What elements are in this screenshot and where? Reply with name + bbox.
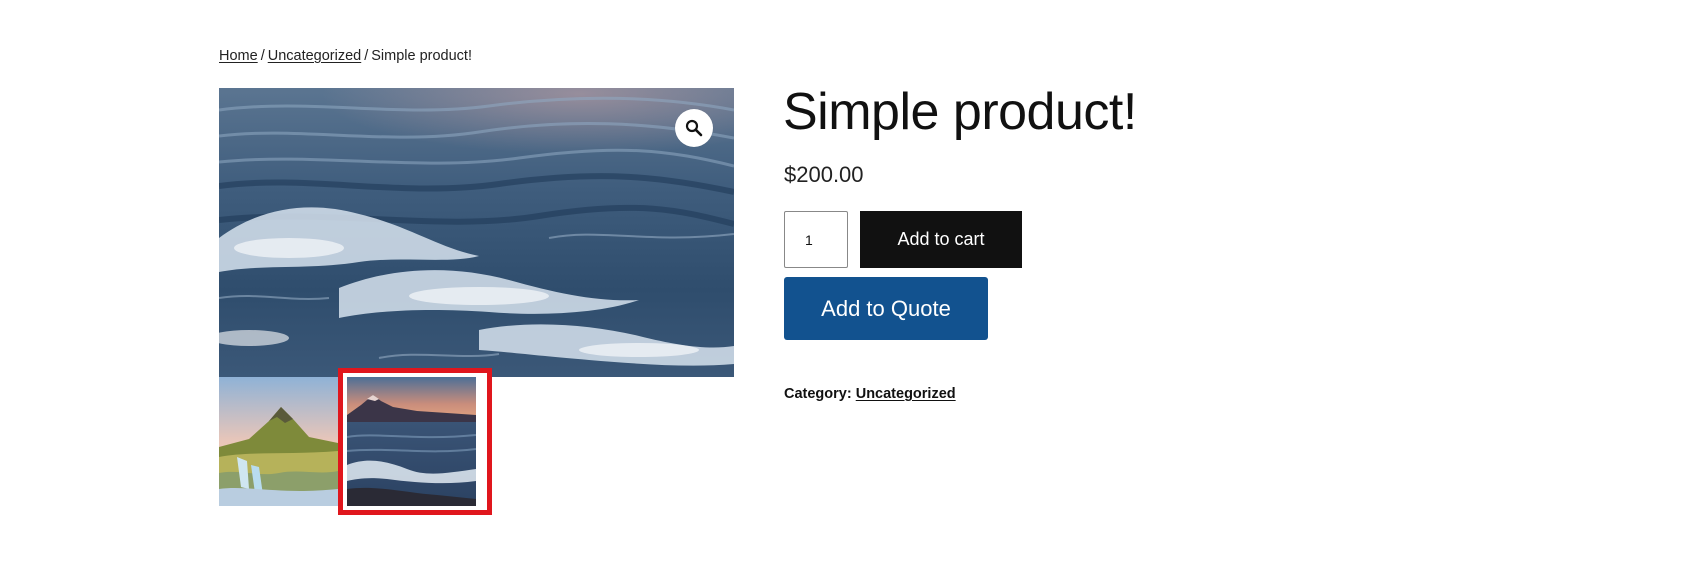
gallery-thumbnail[interactable] — [219, 377, 338, 506]
add-to-quote-button[interactable]: Add to Quote — [784, 277, 988, 340]
breadcrumb: Home / Uncategorized / Simple product! — [219, 48, 472, 64]
ocean-sunset-image — [347, 377, 476, 506]
breadcrumb-category-link[interactable]: Uncategorized — [268, 48, 362, 64]
breadcrumb-current: Simple product! — [371, 48, 472, 64]
product-main-image[interactable] — [219, 88, 734, 377]
ocean-waves-image — [219, 88, 734, 377]
breadcrumb-home-link[interactable]: Home — [219, 48, 258, 64]
product-meta: Category: Uncategorized — [784, 386, 956, 402]
mountain-landscape-image — [219, 377, 338, 506]
breadcrumb-separator: / — [364, 48, 369, 64]
product-title: Simple product! — [783, 83, 1137, 141]
magnifier-icon — [685, 119, 703, 137]
category-label: Category: — [784, 386, 852, 402]
add-to-cart-button[interactable]: Add to cart — [860, 211, 1022, 268]
product-price: $200.00 — [784, 162, 864, 187]
zoom-button[interactable] — [675, 109, 713, 147]
category-link[interactable]: Uncategorized — [856, 386, 956, 402]
quantity-input[interactable] — [784, 211, 848, 268]
gallery-thumbnail-selected[interactable] — [347, 377, 476, 506]
breadcrumb-separator: / — [260, 48, 265, 64]
